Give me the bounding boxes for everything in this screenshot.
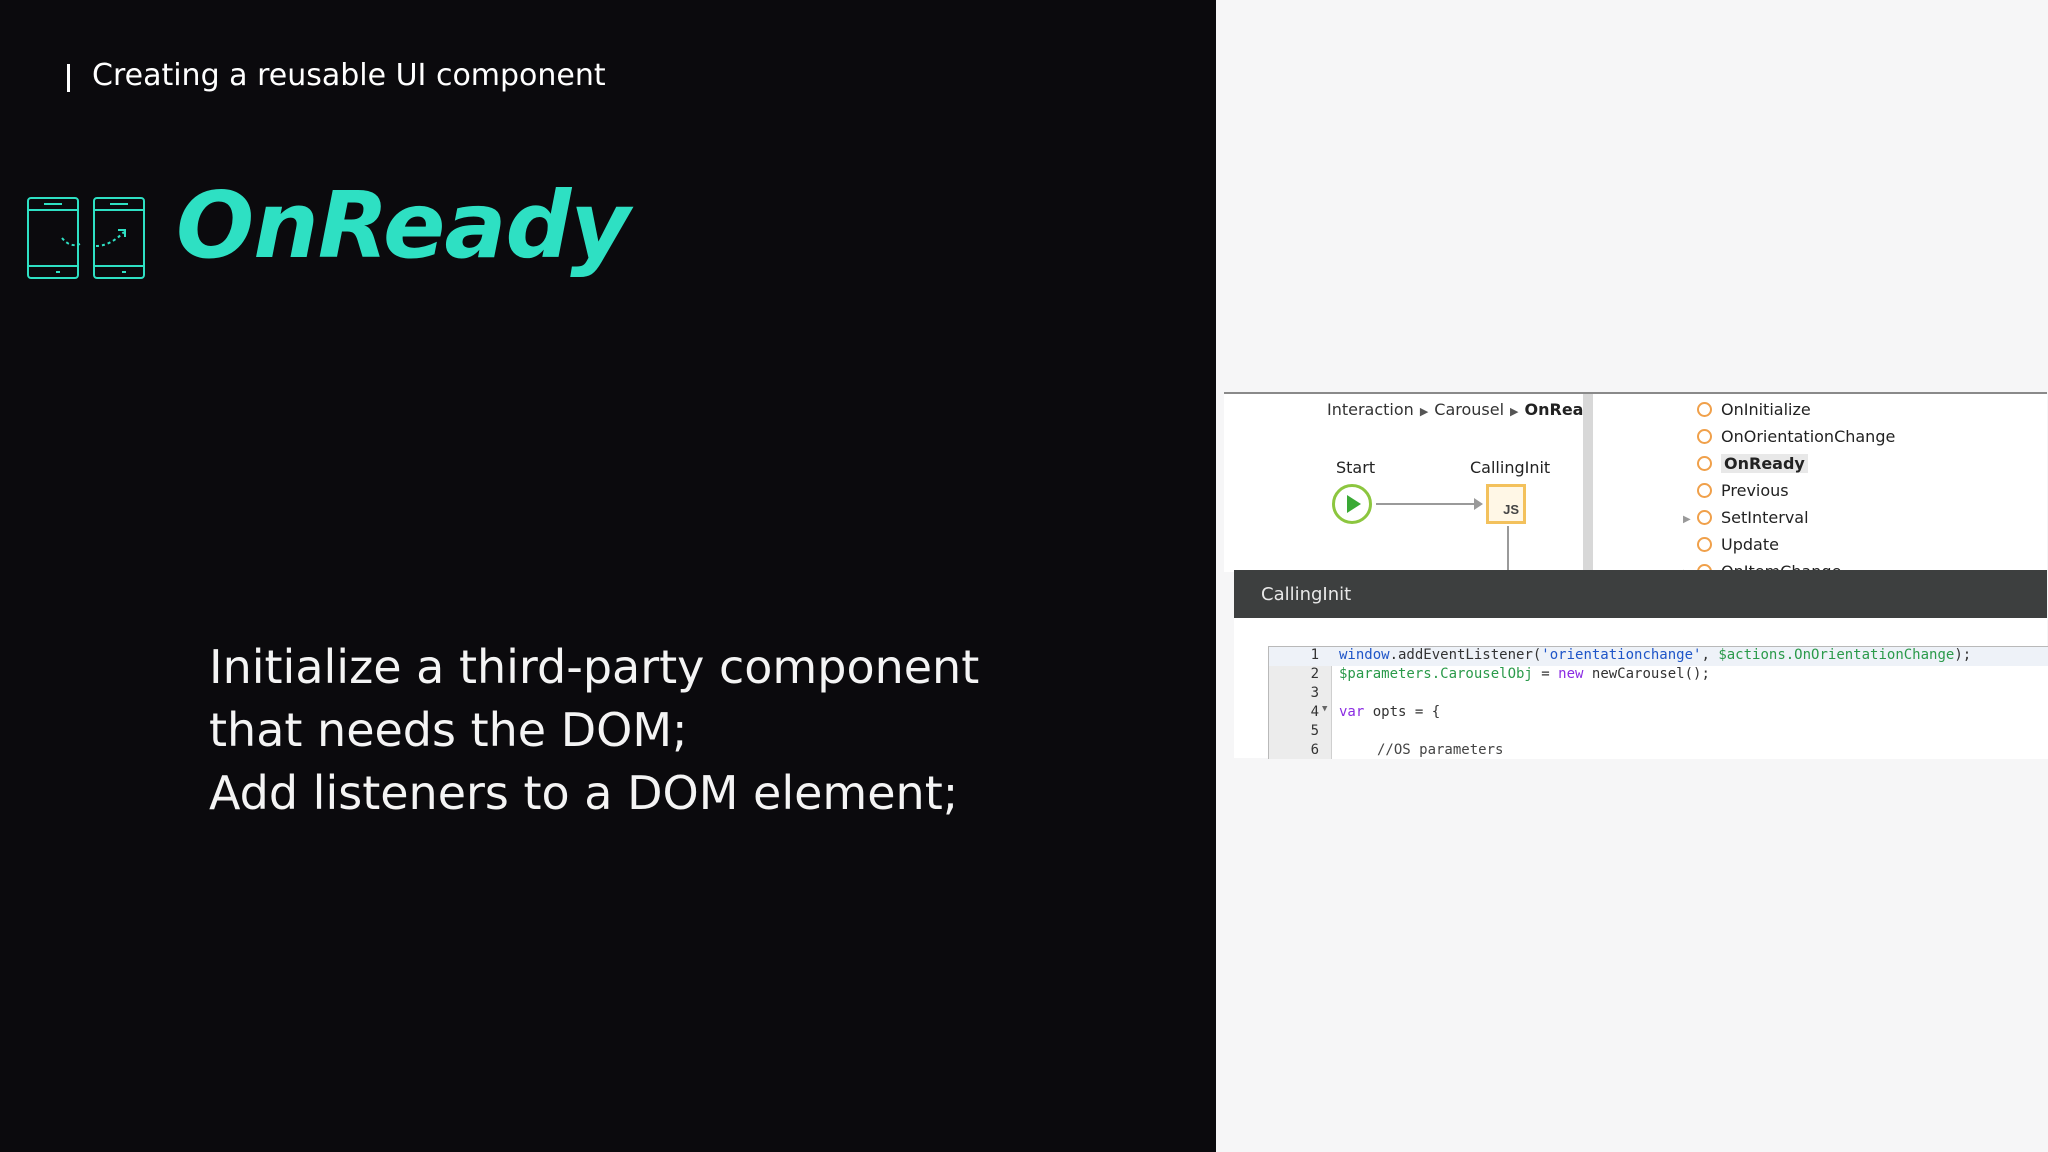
flow-canvas[interactable] [1224,394,1590,572]
js-node-label: CallingInit [1470,458,1551,477]
slide-bullets: Initialize a third-party component that … [209,636,979,825]
code-text: window.addEventListener('orientationchan… [1339,647,1972,663]
action-icon [1697,429,1712,444]
phone-rotation-icon [27,197,145,279]
chevron-right-icon: ▶ [1419,405,1429,418]
fold-arrow-icon[interactable]: ▼ [1322,704,1327,723]
dialog-title: CallingInit [1261,584,1352,605]
code-line[interactable]: 4 ▼ var opts = { [1269,704,1441,723]
slide-kicker: Creating a reusable UI component [92,58,606,93]
action-icon [1697,510,1712,525]
tree-item-previous[interactable]: Previous [1697,481,1789,500]
start-node-label: Start [1336,458,1376,477]
line-number: 2 [1310,666,1319,682]
dialog-header: CallingInit [1234,570,2047,618]
javascript-node[interactable]: JS [1486,484,1526,524]
tree-item-label: OnInitialize [1721,400,1811,419]
tree-item-onready[interactable]: OnReady [1697,454,1808,473]
code-line[interactable]: 6 //OS parameters [1269,742,1504,759]
code-line[interactable]: 3 [1269,685,1319,704]
tree-item-label: OnOrientationChange [1721,427,1896,446]
js-badge: JS [1503,502,1519,517]
breadcrumb-item[interactable]: Carousel [1434,400,1504,419]
bullet-line: Initialize a third-party component [209,640,980,694]
code-text: $parameters.CarouselObj = new newCarouse… [1339,666,1710,682]
code-line[interactable]: 5 [1269,723,1319,742]
chevron-right-icon: ▶ [1510,405,1519,418]
flow-connector-down [1507,526,1509,572]
code-editor[interactable]: 1 window.addEventListener('orientationch… [1268,646,2048,759]
action-icon [1697,456,1712,471]
action-icon [1697,402,1712,417]
code-line[interactable]: 2 $parameters.CarouselObj = new newCarou… [1269,666,1710,685]
tree-item-label: Update [1721,535,1779,554]
code-line[interactable]: 1 window.addEventListener('orientationch… [1269,647,2048,666]
elements-tree: OnInitialize OnOrientationChange OnReady… [1593,394,2047,572]
tree-item-label: Previous [1721,481,1789,500]
tree-item-setinterval[interactable]: SetInterval [1697,508,1809,527]
line-number: 4 [1310,704,1319,720]
action-icon [1697,537,1712,552]
tree-item-oninitialize[interactable]: OnInitialize [1697,400,1811,419]
flow-connector [1376,503,1480,505]
pane-splitter[interactable] [1583,394,1593,572]
line-number: 6 [1310,742,1319,758]
play-icon [1347,495,1361,513]
kicker-divider [67,64,70,92]
bullet-line: Add listeners to a DOM element; [209,766,959,820]
action-icon [1697,483,1712,498]
line-number: 3 [1310,685,1319,701]
javascript-editor-dialog: CallingInit 1 window.addEventListener('o… [1234,570,2048,759]
tree-item-update[interactable]: Update [1697,535,1779,554]
bullet-line: that needs the DOM; [209,703,688,757]
line-number: 5 [1310,723,1319,739]
code-text: var opts = { [1339,704,1441,720]
slide-left-panel: Creating a reusable UI component OnReady… [0,0,1216,1152]
tree-item-label: OnReady [1721,454,1808,473]
slide-title: OnReady [176,172,630,279]
breadcrumb-item[interactable]: Interaction [1327,400,1414,419]
arrow-head-icon [1474,498,1483,510]
code-text: //OS parameters [1377,742,1504,758]
start-node[interactable] [1332,484,1372,524]
tree-item-label: SetInterval [1721,508,1809,527]
line-number: 1 [1310,647,1319,663]
tree-item-onorientationchange[interactable]: OnOrientationChange [1697,427,1895,446]
expand-arrow-icon[interactable]: ▶ [1683,514,1691,525]
breadcrumb: Interaction ▶ Carousel ▶ OnReady [1327,400,1605,419]
